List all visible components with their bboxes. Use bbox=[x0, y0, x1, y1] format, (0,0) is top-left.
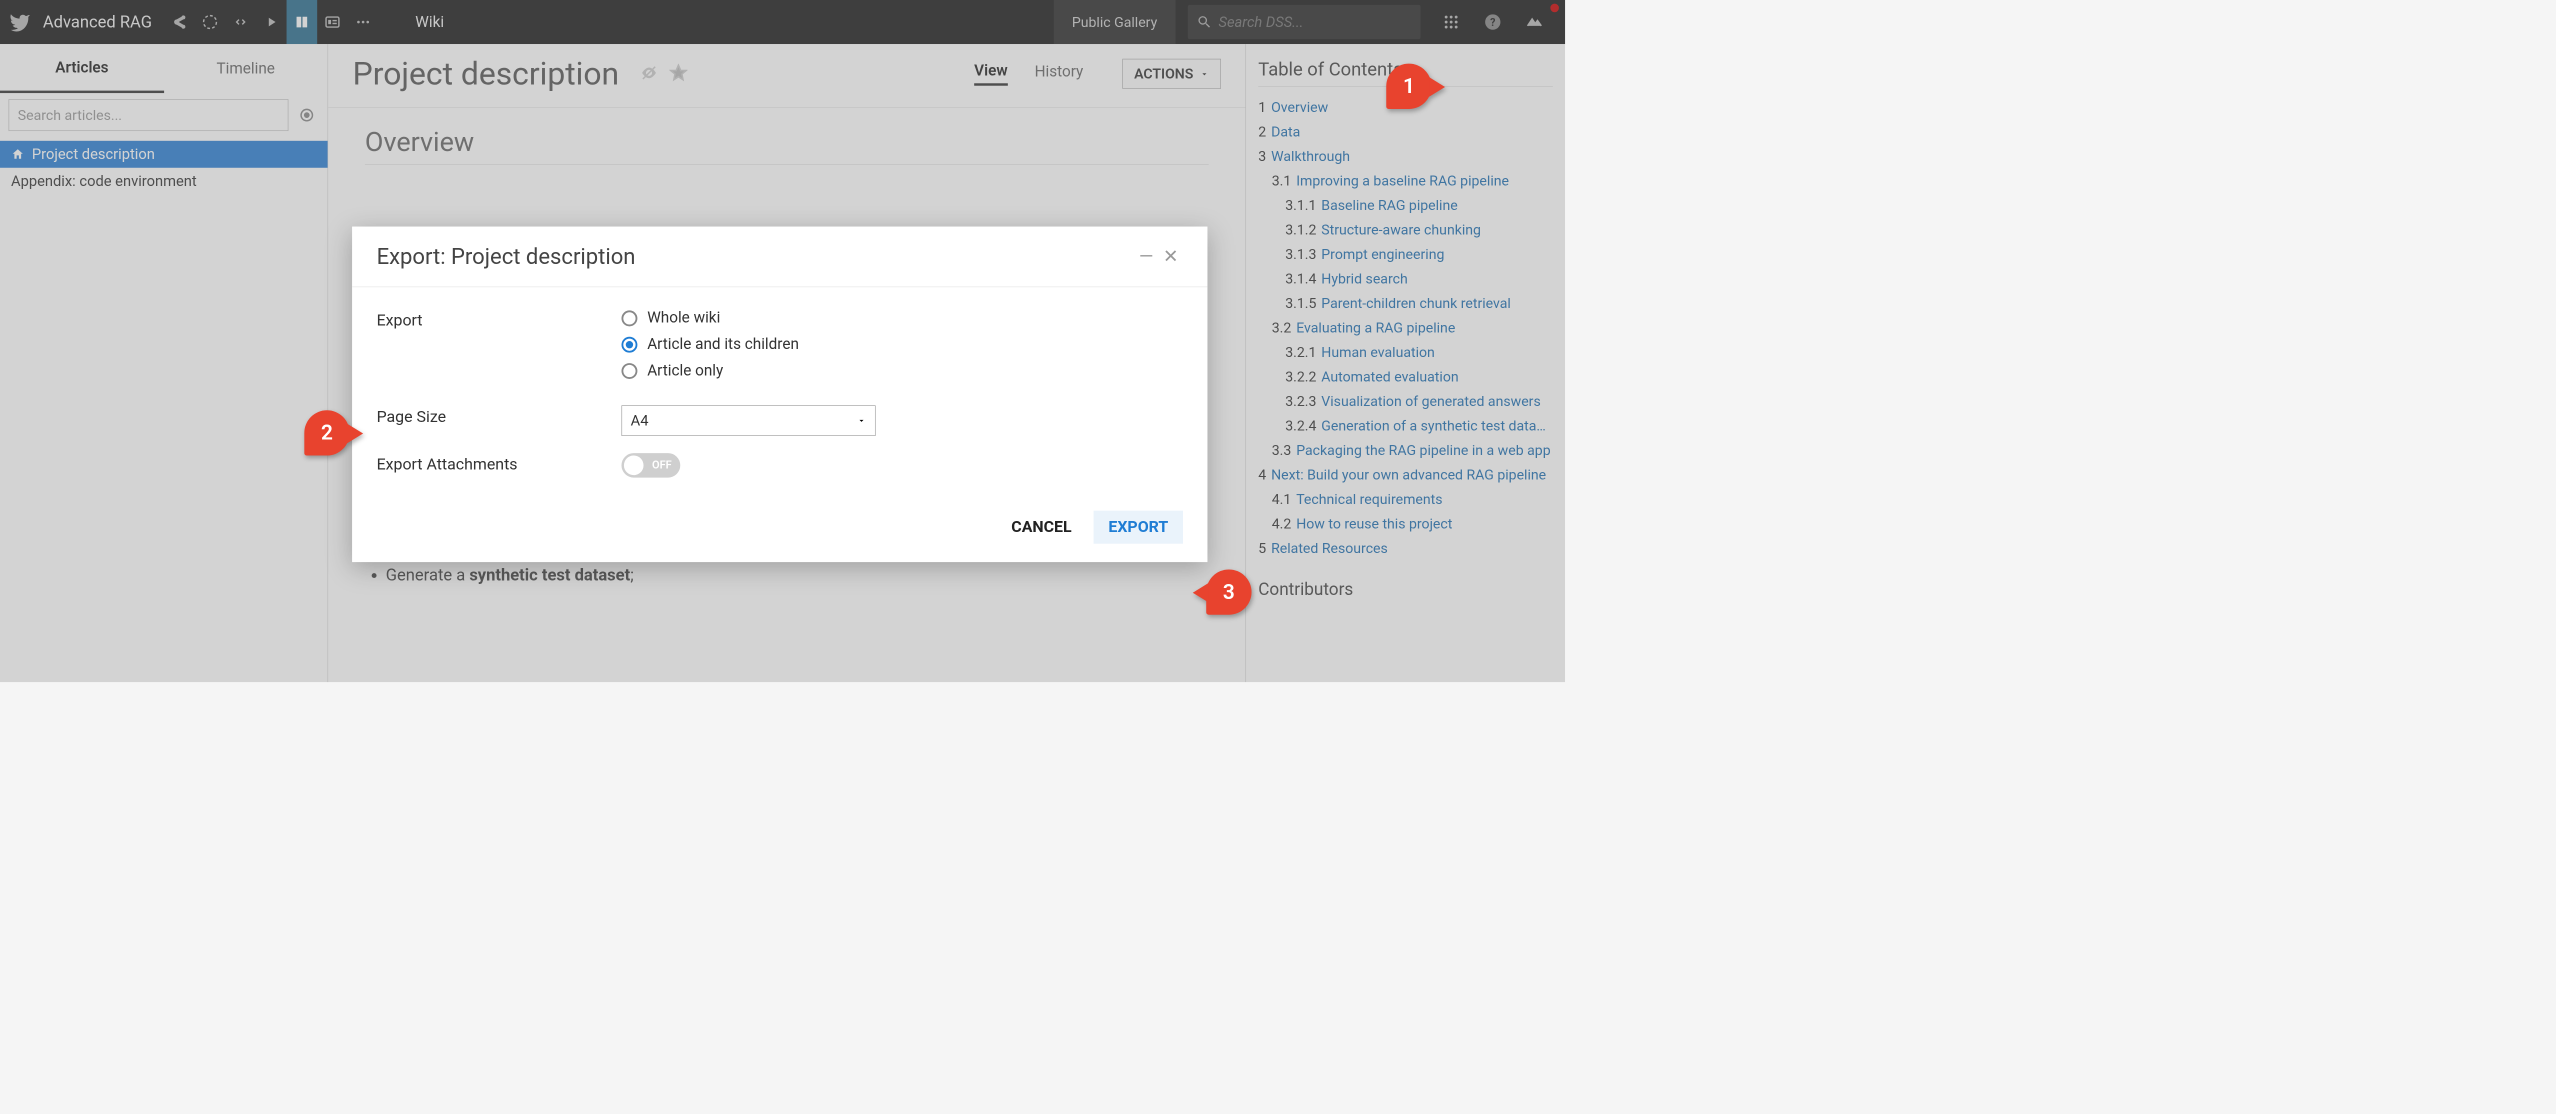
attachments-label: Export Attachments bbox=[377, 453, 622, 477]
page-size-select[interactable]: A4 bbox=[621, 405, 875, 436]
export-scope-label: Export bbox=[377, 309, 622, 388]
export-button[interactable]: EXPORT bbox=[1094, 511, 1183, 544]
modal-close-icon[interactable]: ✕ bbox=[1158, 246, 1182, 267]
export-modal: Export: Project description — ✕ Export W… bbox=[352, 227, 1207, 563]
radio-article-children[interactable]: Article and its children bbox=[621, 336, 1182, 354]
chevron-down-icon bbox=[857, 416, 867, 426]
attachments-toggle[interactable]: OFF bbox=[621, 453, 680, 477]
annotation-1: 1 bbox=[1386, 64, 1431, 109]
annotation-3: 3 bbox=[1206, 569, 1251, 614]
modal-minimize-icon[interactable]: — bbox=[1134, 246, 1158, 267]
radio-article-only[interactable]: Article only bbox=[621, 362, 1182, 380]
modal-title: Export: Project description bbox=[377, 244, 1134, 270]
cancel-button[interactable]: CANCEL bbox=[1011, 518, 1071, 536]
radio-whole-wiki[interactable]: Whole wiki bbox=[621, 309, 1182, 327]
page-size-label: Page Size bbox=[377, 405, 622, 436]
annotation-2: 2 bbox=[304, 410, 349, 455]
